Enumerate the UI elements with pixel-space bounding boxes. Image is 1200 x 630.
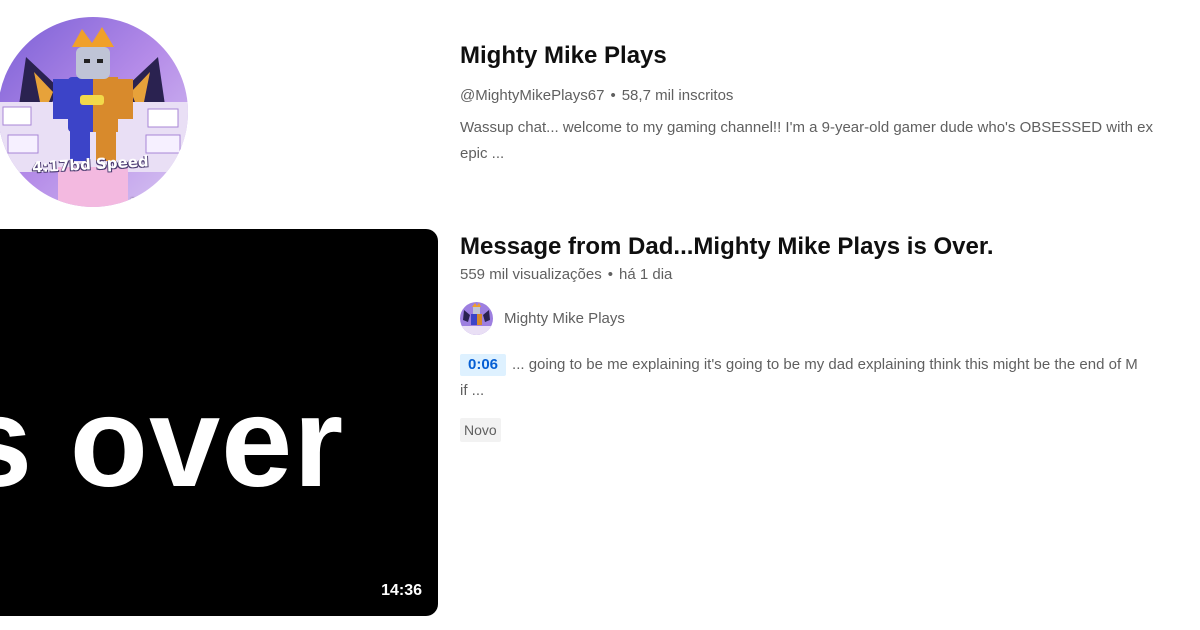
video-title-link[interactable]: Message from Dad...Mighty Mike Plays is … (460, 231, 1200, 263)
view-count: 559 mil visualizações (460, 266, 602, 283)
channel-mini-avatar[interactable] (460, 301, 493, 335)
channel-avatar[interactable]: 4:17bd Speed 12o (0, 17, 188, 207)
video-thumbnail[interactable]: s over 14:36 (0, 229, 438, 616)
timestamp-chip[interactable]: 0:06 (460, 354, 507, 376)
video-meta: 559 mil visualizações • há 1 dia (460, 265, 1200, 285)
channel-avatar-image (0, 17, 188, 207)
transcript-snippet: 0:06 ... going to be me explaining it's g… (460, 352, 1200, 404)
channel-description: Wassup chat... welcome to my gaming chan… (460, 115, 1200, 167)
video-channel-name: Mighty Mike Plays (504, 309, 625, 327)
channel-meta: @MightyMikePlays67 • 58,7 mil inscritos (460, 86, 1200, 106)
upload-age: há 1 dia (619, 266, 673, 283)
channel-handle: @MightyMikePlays67 (460, 87, 605, 104)
channel-description-line: Wassup chat... welcome to my gaming chan… (460, 119, 1153, 136)
thumbnail-text: s over (0, 371, 345, 514)
avatar-overlay-small-text: 12o (130, 197, 149, 207)
channel-name-link[interactable]: Mighty Mike Plays (460, 40, 1200, 72)
channel-info: Mighty Mike Plays @MightyMikePlays67 • 58,… (460, 40, 1200, 167)
video-info: Message from Dad...Mighty Mike Plays is … (460, 231, 1200, 442)
mini-avatar-image (460, 301, 493, 335)
search-results-page: 4:17bd Speed 12o Mighty Mike Plays @Migh… (0, 0, 1200, 630)
snippet-text: ... going to be me explaining it's going… (512, 356, 1138, 373)
video-duration-badge: 14:36 (375, 580, 428, 602)
new-badge: Novo (460, 418, 501, 442)
meta-separator: • (610, 87, 616, 104)
channel-description-line: epic ... (460, 145, 505, 162)
video-channel-link[interactable]: Mighty Mike Plays (460, 301, 1200, 335)
snippet-text: if ... (460, 382, 485, 399)
meta-separator: • (607, 266, 613, 283)
subscriber-count: 58,7 mil inscritos (621, 87, 734, 104)
